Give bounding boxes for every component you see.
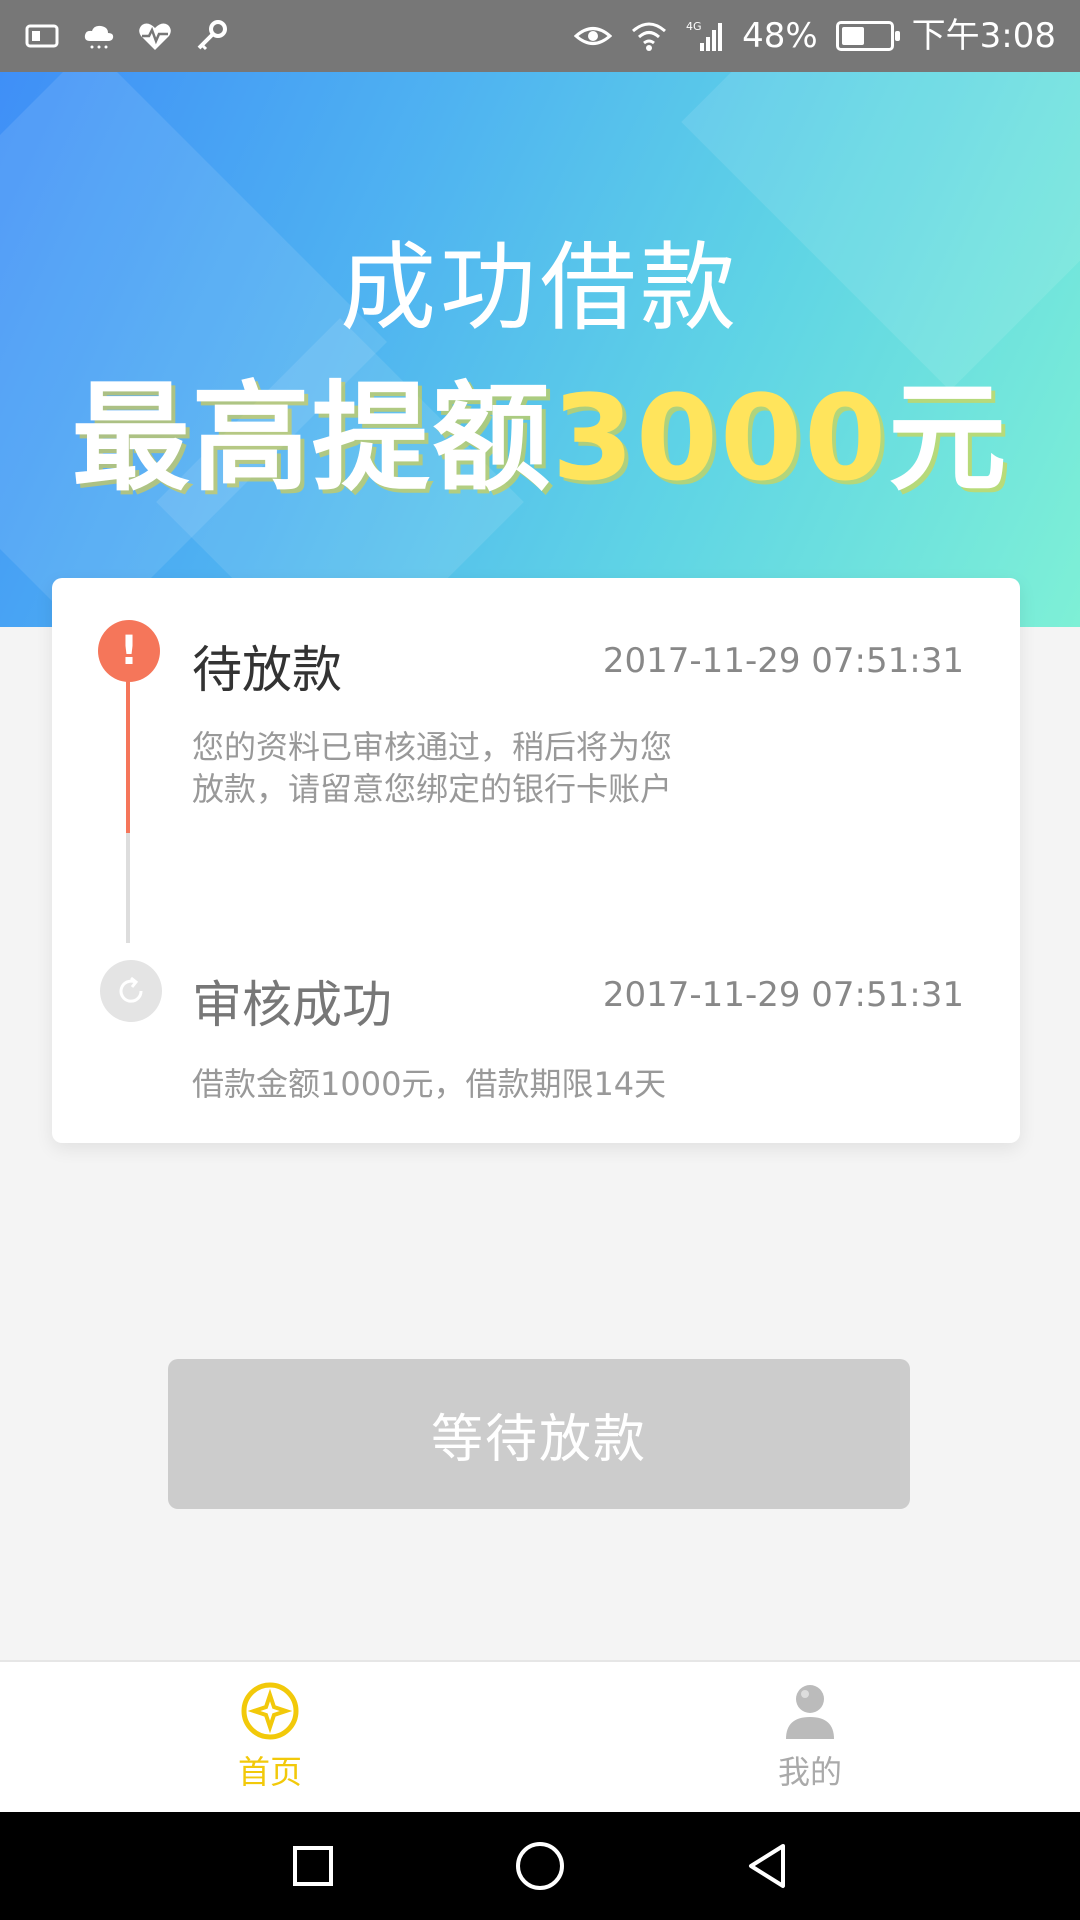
step-time-approved: 2017-11-29 07:51:31 bbox=[602, 975, 964, 1015]
signal-icon: 4G bbox=[686, 19, 724, 53]
battery-icon bbox=[835, 21, 900, 51]
step-time-pending: 2017-11-29 07:51:31 bbox=[602, 641, 964, 681]
banner-subtitle-prefix: 最高提额 bbox=[71, 369, 552, 507]
status-left bbox=[24, 19, 230, 53]
exclamation-icon: ! bbox=[98, 620, 160, 682]
banner-subtitle-amount: 3000 bbox=[551, 369, 889, 507]
timeline-line-active bbox=[126, 673, 130, 833]
eye-icon bbox=[574, 19, 613, 53]
svg-text:4G: 4G bbox=[686, 20, 702, 33]
step-desc-approved: 借款金额1000元，借款期限14天 bbox=[192, 1065, 667, 1103]
nav-label-home: 首页 bbox=[237, 1753, 302, 1791]
banner-title: 成功借款 bbox=[340, 232, 740, 344]
sim-icon bbox=[24, 19, 62, 53]
timeline-line-inactive bbox=[126, 833, 130, 943]
recent-apps-icon[interactable] bbox=[283, 1836, 343, 1896]
wifi-icon bbox=[630, 19, 668, 53]
wait-for-payout-button[interactable]: 等待放款 bbox=[168, 1359, 910, 1509]
home-circle-icon[interactable] bbox=[510, 1836, 570, 1896]
back-triangle-icon[interactable] bbox=[737, 1836, 797, 1896]
status-right: 4G 48% 下午3:08 bbox=[574, 0, 1056, 72]
bottom-nav: 首页 我的 bbox=[0, 1660, 1080, 1812]
promo-banner: 成功借款 最高提额3000元 bbox=[0, 72, 1080, 627]
home-coin-icon bbox=[241, 1682, 299, 1740]
banner-subtitle-suffix: 元 bbox=[888, 369, 1009, 507]
person-icon bbox=[786, 1685, 834, 1739]
nav-item-home[interactable]: 首页 bbox=[0, 1662, 540, 1812]
loan-status-card: ! 待放款 2017-11-29 07:51:31 您的资料已审核通过，稍后将为… bbox=[52, 578, 1020, 1143]
refresh-icon bbox=[100, 960, 162, 1022]
nav-item-me[interactable]: 我的 bbox=[540, 1662, 1080, 1812]
step-title-pending: 待放款 bbox=[192, 641, 342, 699]
battery-fill bbox=[841, 27, 864, 45]
step-desc-pending: 您的资料已审核通过，稍后将为您 放款，请留意您绑定的银行卡账户 bbox=[192, 726, 792, 810]
heart-icon bbox=[136, 19, 174, 53]
system-nav-bar bbox=[0, 1812, 1080, 1920]
status-bar: 4G 48% 下午3:08 bbox=[0, 0, 1080, 72]
step-desc-line: 您的资料已审核通过，稍后将为您 bbox=[192, 728, 673, 766]
cloud-icon bbox=[80, 19, 118, 53]
step-title-approved: 审核成功 bbox=[192, 976, 392, 1034]
battery-percent: 48% bbox=[742, 16, 818, 56]
nav-label-me: 我的 bbox=[777, 1753, 842, 1791]
key-icon bbox=[192, 19, 230, 53]
step-desc-line: 放款，请留意您绑定的银行卡账户 bbox=[192, 770, 673, 808]
clock: 下午3:08 bbox=[911, 16, 1056, 56]
banner-subtitle: 最高提额3000元 bbox=[0, 342, 1080, 513]
